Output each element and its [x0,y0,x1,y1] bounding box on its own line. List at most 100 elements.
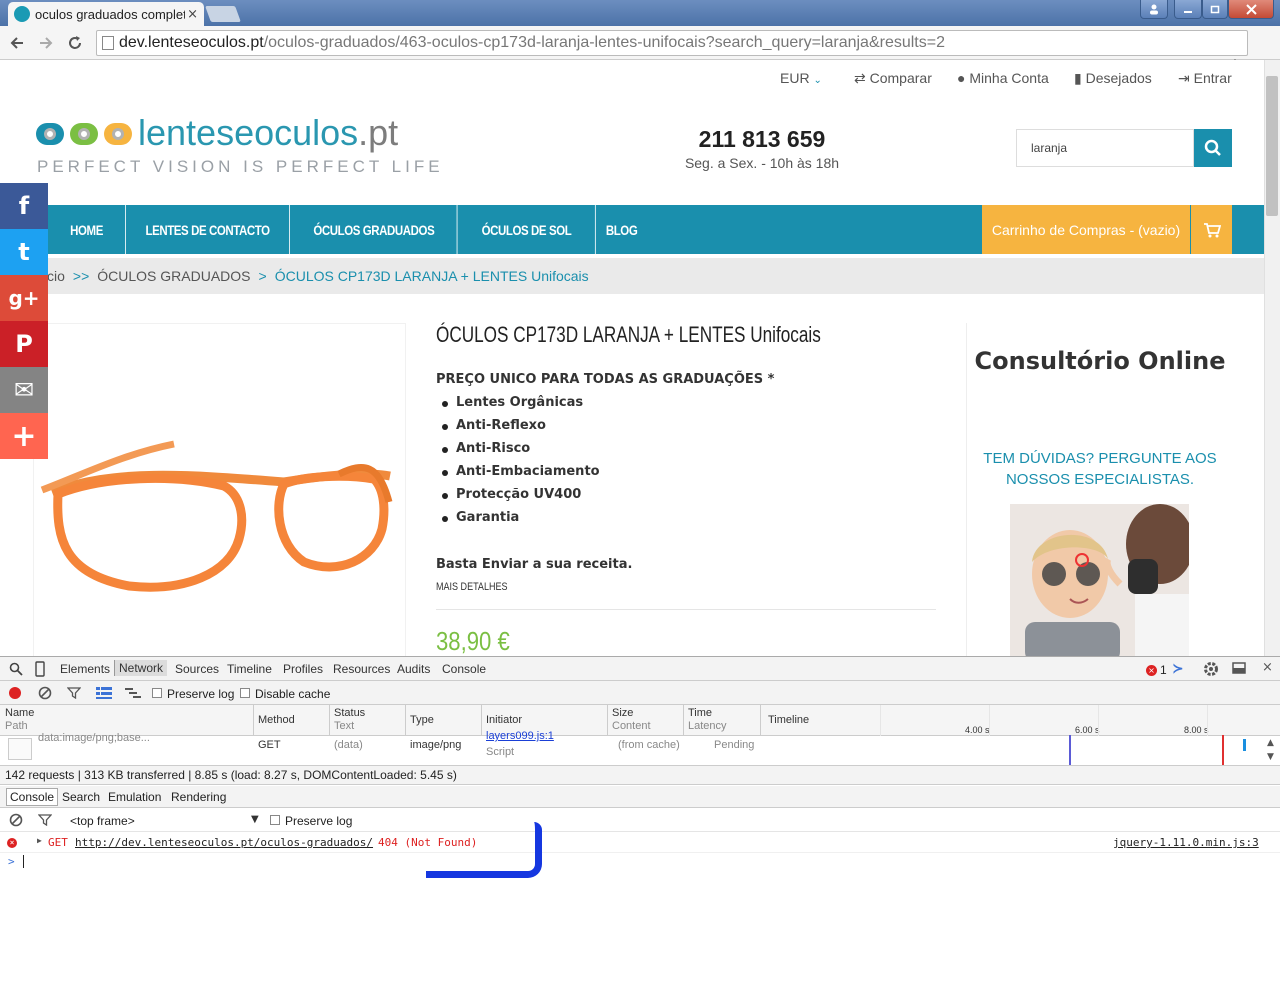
col-timeline[interactable]: Timeline [768,714,809,727]
site-logo[interactable]: lenteseoculos.pt [138,112,398,154]
table-scroll-arrows[interactable]: ▲ ▼ [1267,736,1274,764]
compare-link[interactable]: ⇄ Comparar [854,70,932,87]
tab-sources[interactable]: Sources [175,662,219,676]
drawer-tab-console[interactable]: Console [6,788,59,806]
frame-dropdown-icon[interactable]: ▼ [251,814,259,825]
console-error-message[interactable]: × ▶ GET http://dev.lenteseoculos.pt/ocul… [0,833,1280,853]
console-input-caret[interactable] [23,855,24,868]
tab-profiles[interactable]: Profiles [283,662,323,676]
col-name-sub: Path [5,720,28,732]
expand-triangle-icon[interactable]: ▶ [37,836,42,845]
feature-item: Protecção UV400 [442,486,600,509]
frame-select[interactable]: <top frame> [70,814,135,828]
googleplus-icon: g+ [8,286,40,310]
nav-contact-lenses[interactable]: LENTES DE CONTACTO [126,205,290,254]
twitter-share-button[interactable]: t [0,229,48,275]
tab-network[interactable]: Network [114,660,168,676]
divider [436,609,936,610]
drawer-tab-search[interactable]: Search [59,789,103,805]
facebook-share-button[interactable]: f [0,183,48,229]
consult-subtitle[interactable]: TEM DÚVIDAS? PERGUNTE AOS NOSSOS ESPECIA… [966,448,1234,490]
gear-icon[interactable] [1203,661,1219,677]
console-drawer-icon[interactable]: ≻ [1172,661,1184,677]
logo-eye-icon [36,123,64,145]
close-window-icon[interactable] [1228,0,1274,19]
drawer-tab-rendering[interactable]: Rendering [168,789,229,805]
tab-audits[interactable]: Audits [397,662,430,676]
clear-icon[interactable] [38,686,52,700]
console-url-link[interactable]: http://dev.lenteseoculos.pt/oculos-gradu… [75,836,373,849]
drawer-tab-emulation[interactable]: Emulation [105,789,164,805]
nav-blog[interactable]: BLOG [597,205,646,254]
col-time[interactable]: Time Latency [688,707,727,733]
inspect-search-icon[interactable] [9,662,23,676]
row-initiator-link[interactable]: layers099.js:1 [486,730,554,743]
login-link[interactable]: ⇥ Entrar [1178,70,1232,87]
cart-button[interactable]: Carrinho de Compras - (vazio) [982,205,1190,254]
record-icon[interactable] [9,687,21,699]
tab-console[interactable]: Console [442,662,486,676]
forward-icon[interactable] [35,32,57,54]
pinterest-share-button[interactable]: P [0,321,48,367]
tab-resources[interactable]: Resources [333,662,390,676]
preserve-log-checkbox[interactable] [152,688,162,698]
nav-prescription-glasses[interactable]: ÓCULOS GRADUADOS [291,205,458,254]
minimize-icon[interactable] [1174,0,1202,19]
restore-icon[interactable] [1202,0,1228,19]
filter-icon[interactable] [67,687,81,699]
col-type[interactable]: Type [410,714,434,727]
device-mode-icon[interactable] [35,661,45,677]
reload-icon[interactable] [64,32,86,54]
more-details-link[interactable]: MAIS DETALHES [436,581,508,593]
breadcrumb-home[interactable]: cio [47,268,65,284]
product-image[interactable] [33,323,406,657]
col-size[interactable]: Size Content [612,707,651,733]
nav-home[interactable]: HOME [48,205,126,254]
overview-icon[interactable] [125,687,141,699]
network-toolbar: Preserve log Disable cache [0,681,1280,705]
currency-label: EUR [780,70,810,86]
large-rows-icon[interactable] [96,687,112,699]
close-devtools-icon[interactable]: × [1262,660,1273,675]
search-input[interactable]: laranja [1016,129,1194,167]
col-method[interactable]: Method [258,714,295,727]
annotation-bracket [426,822,542,878]
email-share-button[interactable]: ✉ [0,367,48,413]
new-tab-button[interactable] [205,6,241,22]
tab-timeline[interactable]: Timeline [227,662,272,676]
tab-active[interactable]: oculos graduados completo × [8,2,204,26]
error-count-badge[interactable]: × 1 [1146,663,1167,677]
cart-icon[interactable] [1191,205,1232,254]
breadcrumb-category[interactable]: ÓCULOS GRADUADOS [97,268,250,284]
currency-select[interactable]: EUR ⌄ [780,70,822,86]
feature-item: Anti-Embaciamento [442,463,600,486]
tab-close-icon[interactable]: × [187,7,198,22]
row-method: GET [258,739,281,751]
col-name[interactable]: Name Path [5,707,34,733]
more-share-button[interactable]: + [0,413,48,459]
consult-image[interactable] [1010,504,1189,657]
googleplus-share-button[interactable]: g+ [0,275,48,321]
console-preserve-log-checkbox[interactable] [270,815,280,825]
login-label: Entrar [1193,70,1232,86]
search-button[interactable] [1194,129,1232,167]
bookmark-icon: ▮ [1074,70,1082,86]
col-status[interactable]: Status Text [334,707,365,733]
col-initiator[interactable]: Initiator [486,714,522,727]
wishlist-link[interactable]: ▮ Desejados [1074,70,1152,87]
tab-elements[interactable]: Elements [60,662,110,676]
back-icon[interactable] [6,32,28,54]
network-row[interactable]: data:image/png;base... GET (data) image/… [0,730,1280,765]
disable-cache-checkbox[interactable] [240,688,250,698]
address-bar[interactable]: dev.lenteseoculos.pt/oculos-graduados/46… [96,30,1248,56]
console-source-link[interactable]: jquery-1.11.0.min.js:3 [1113,836,1259,849]
page-scrollbar-thumb[interactable] [1266,76,1278,216]
account-link[interactable]: ● Minha Conta [957,70,1049,86]
favicon-icon [14,6,30,22]
console-filter-icon[interactable] [38,814,52,826]
nav-sunglasses[interactable]: ÓCULOS DE SOL [458,205,596,254]
error-icon: × [7,838,17,848]
clear-console-icon[interactable] [9,813,23,827]
dock-icon[interactable] [1232,662,1246,674]
user-icon[interactable] [1140,0,1168,19]
